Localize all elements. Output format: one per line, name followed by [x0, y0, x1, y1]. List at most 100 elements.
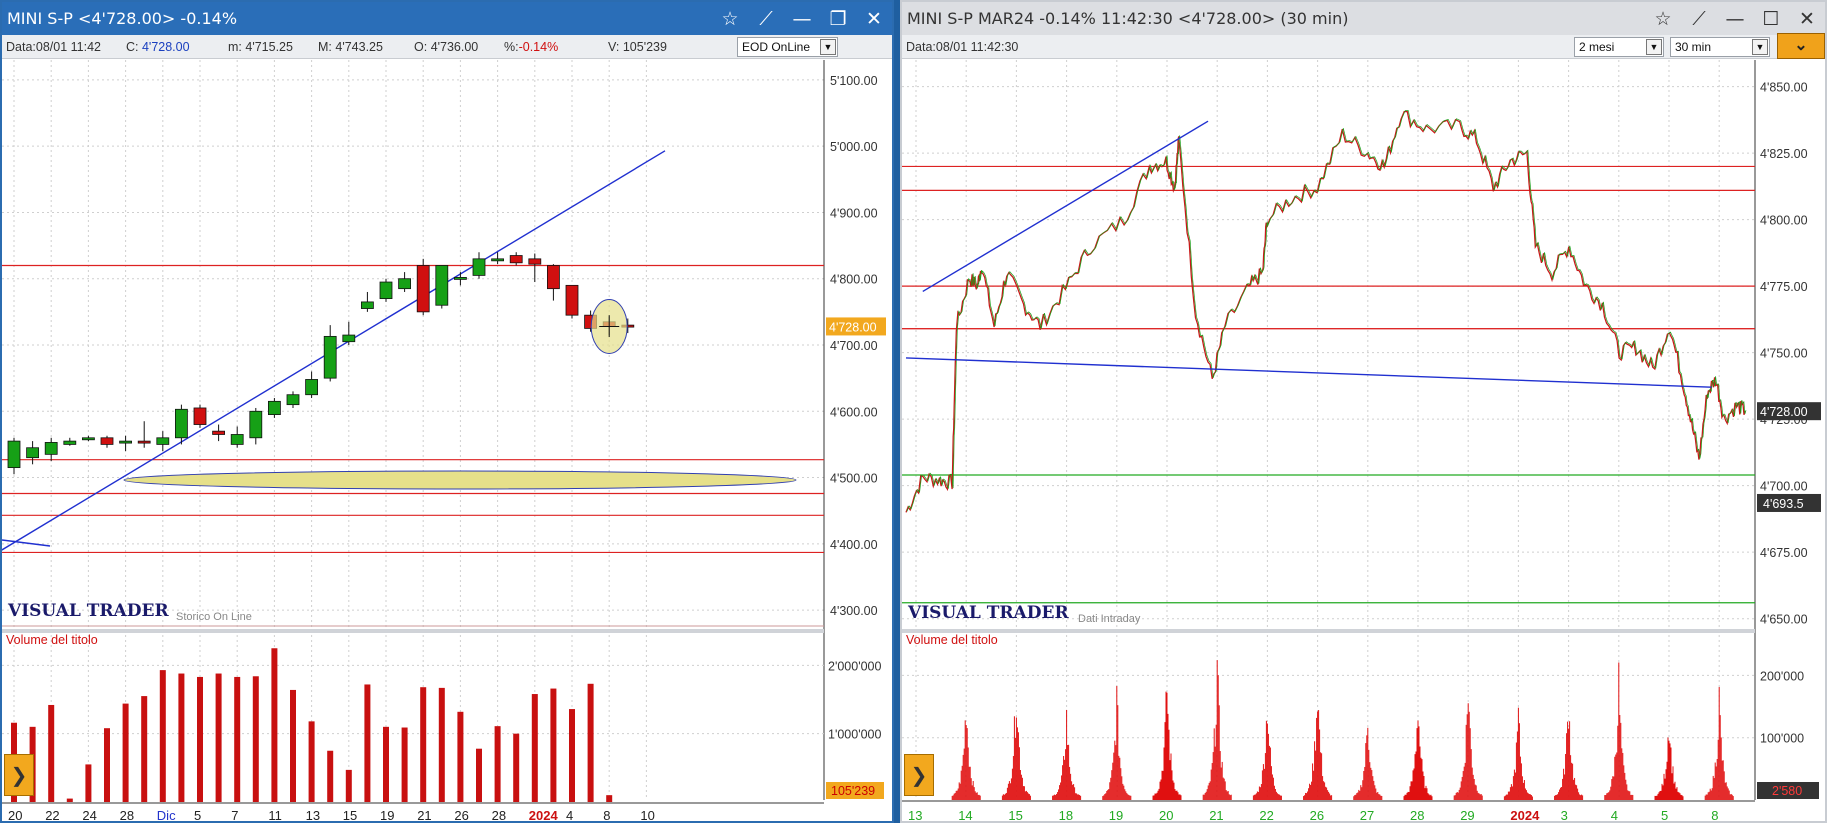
time-axis-label: 2024: [1510, 808, 1540, 823]
volume-bar: [476, 748, 482, 802]
candle-body: [398, 278, 412, 290]
time-axis-label: 22: [45, 808, 59, 823]
time-axis-label: 21: [1209, 808, 1223, 823]
time-axis-label: 18: [1059, 808, 1073, 823]
window-title: MINI S-P <4'728.00> -0.14%: [7, 9, 238, 28]
pct-info: %:-0.14%: [504, 39, 559, 54]
close-info: C: 4'728.00: [126, 39, 190, 54]
volume-bar: [252, 676, 259, 802]
candle-body: [249, 410, 263, 439]
intraday-line-chart[interactable]: 4'850.00 4'825.00 4'800.00 4'775.00 4'750.00…: [902, 60, 1825, 823]
candle-body: [528, 258, 542, 265]
minimize-icon[interactable]: —: [1717, 2, 1753, 35]
candle-body: [453, 276, 467, 280]
candle-body: [435, 265, 449, 306]
candle-body: [342, 334, 356, 343]
time-axis-label: 13: [306, 808, 320, 823]
price-axis-label: 4'750.00: [1760, 347, 1808, 361]
volume-bar: [308, 721, 315, 802]
volume-bar: [345, 769, 352, 802]
scroll-left-nav-button[interactable]: ❯: [904, 754, 934, 796]
price-axis-label: 4'900.00: [830, 206, 878, 220]
volume-bar: [606, 795, 613, 802]
drawing-tool-icon[interactable]: ⟋: [1681, 2, 1717, 35]
maximize-icon[interactable]: ❐: [820, 2, 856, 35]
volume-bar: [550, 688, 557, 802]
drawing-tool-icon[interactable]: ⟋: [748, 2, 784, 35]
volume-bar: [364, 684, 371, 802]
star-icon[interactable]: ☆: [712, 2, 748, 35]
time-axis-label: 14: [958, 808, 972, 823]
minimize-icon[interactable]: —: [784, 2, 820, 35]
close-icon[interactable]: ✕: [856, 2, 892, 35]
star-icon[interactable]: ☆: [1645, 2, 1681, 35]
date-info: Data:08/01 11:42:30: [906, 39, 1019, 54]
volume-axis-label: 200'000: [1760, 669, 1804, 683]
candle-body: [323, 335, 337, 379]
volume-bar: [587, 683, 594, 802]
candle-body: [100, 437, 114, 445]
volume-bar: [141, 696, 148, 802]
chevron-down-icon[interactable]: ▼: [1646, 39, 1662, 55]
candle-body: [82, 437, 95, 441]
candle-body: [44, 442, 58, 455]
range-select[interactable]: 2 mesi ▼: [1574, 37, 1664, 57]
candle-body: [156, 437, 170, 445]
timeframe-select[interactable]: 30 min ▼: [1670, 37, 1770, 57]
time-axis-label: 28: [1410, 808, 1424, 823]
daily-candlestick-chart[interactable]: 5'100.00 5'000.00 4'900.00 4'800.00 4'700.00…: [2, 60, 892, 823]
close-icon[interactable]: ✕: [1789, 2, 1825, 35]
volume-bar: [104, 728, 110, 802]
price-axis-label: 4'650.00: [1760, 613, 1808, 627]
candle-body: [360, 301, 374, 309]
candle-body: [379, 281, 393, 300]
price-tag: 4'728.00: [1760, 405, 1808, 419]
quote-info-bar: Data:08/01 11:42:30 2 mesi ▼ 30 min ▼ ⌄: [902, 33, 1825, 59]
source-select[interactable]: EOD OnLine ▼: [737, 37, 838, 57]
time-axis-label: 19: [380, 808, 394, 823]
time-axis-label: 3: [1561, 808, 1568, 823]
candle-body: [193, 407, 207, 425]
volume-bar: [494, 726, 501, 802]
time-axis-label: 19: [1109, 808, 1123, 823]
candle-body: [267, 400, 281, 415]
scroll-left-nav-button[interactable]: ❯: [4, 754, 34, 796]
level-tag: 4'693.5: [1763, 497, 1804, 511]
volume-bar: [513, 733, 520, 802]
open-info: O: 4'736.00: [414, 39, 479, 54]
window-title: MINI S-P MAR24 -0.14% 11:42:30 <4'728.00…: [907, 9, 1349, 28]
window-titlebar[interactable]: MINI S-P <4'728.00> -0.14% ☆ ⟋ — ❐ ✕: [2, 2, 892, 35]
time-axis-label: 22: [1259, 808, 1273, 823]
time-axis-label: 29: [1460, 808, 1474, 823]
chevron-down-icon[interactable]: ▼: [1752, 39, 1768, 55]
daily-chart-window: MINI S-P <4'728.00> -0.14% ☆ ⟋ — ❐ ✕ Dat…: [0, 0, 894, 823]
volume-bar: [122, 703, 129, 802]
time-axis-label: 7: [231, 808, 238, 823]
volume-bar: [66, 798, 73, 802]
volume-bar: [234, 676, 241, 802]
volume-bar: [271, 648, 278, 802]
volume-bar: [457, 711, 464, 802]
visual-trader-watermark: VISUAL TRADER: [7, 601, 169, 621]
time-axis-label: 15: [1008, 808, 1022, 823]
volume-title: Volume del titolo: [906, 633, 998, 647]
expand-menu-button[interactable]: ⌄: [1777, 33, 1825, 59]
chevron-down-icon[interactable]: ▼: [820, 39, 836, 55]
volume-bar: [569, 709, 575, 802]
time-axis-label: 4: [566, 808, 573, 823]
time-axis-label: 5: [1661, 808, 1668, 823]
time-axis-label: 4: [1611, 808, 1618, 823]
price-axis-label: 4'675.00: [1760, 546, 1808, 560]
visual-trader-watermark: VISUAL TRADER: [907, 603, 1069, 623]
window-titlebar[interactable]: MINI S-P MAR24 -0.14% 11:42:30 <4'728.00…: [902, 2, 1825, 35]
volume-bar: [420, 687, 427, 802]
time-axis-label: 15: [343, 808, 357, 823]
candle-body: [119, 440, 132, 444]
volume-bar: [85, 764, 92, 802]
maximize-icon[interactable]: ☐: [1753, 2, 1789, 35]
volume-bar: [438, 687, 445, 802]
time-axis-label: 21: [417, 808, 431, 823]
time-axis-label: Dic: [157, 808, 176, 823]
price-tag: 4'728.00: [829, 320, 877, 334]
pane-separator: [902, 629, 1755, 633]
